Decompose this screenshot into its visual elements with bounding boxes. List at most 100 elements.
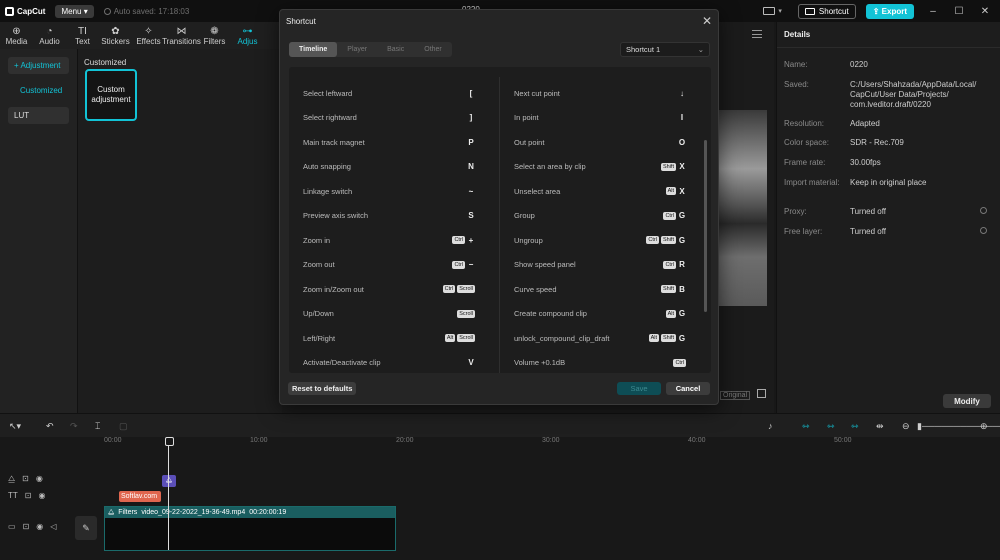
shortcut-keys[interactable]: S [467, 211, 475, 220]
shortcut-keys[interactable]: O [678, 138, 686, 147]
info-icon[interactable] [980, 207, 987, 214]
tab-player[interactable]: Player [337, 42, 377, 57]
linkage-icon[interactable]: ⇿ [851, 421, 859, 432]
export-button[interactable]: ⇪ Export [865, 3, 914, 19]
fullscreen-icon[interactable] [757, 389, 766, 398]
main-track-magnet-icon[interactable]: ⇿ [802, 421, 810, 432]
shortcut-row[interactable]: unlock_compound_clip_draft Alt Shift G [514, 331, 686, 345]
tool-effects[interactable]: ✧ Effects [132, 22, 165, 49]
shortcut-keys[interactable]: ~ [467, 187, 475, 196]
scrollbar[interactable] [704, 140, 707, 312]
player-menu-icon[interactable] [752, 30, 762, 38]
visibility-icon[interactable]: ◉ [36, 474, 43, 484]
tool-transitions[interactable]: ⋈ Transitions [162, 22, 201, 49]
shortcut-row[interactable]: Activate/Deactivate clip V [303, 356, 475, 370]
shortcut-row[interactable]: Out point O [514, 135, 686, 149]
tool-stickers[interactable]: ✿ Stickers [99, 22, 132, 49]
select-tool-icon[interactable]: ↖▾ [9, 421, 21, 432]
shortcut-keys[interactable]: Shift X [660, 162, 686, 171]
save-button[interactable]: Save [617, 382, 661, 395]
delete-icon[interactable]: ▢ [119, 421, 128, 432]
visibility-icon[interactable]: ◉ [36, 522, 43, 531]
shortcut-row[interactable]: Select an area by clip Shift X [514, 160, 686, 174]
original-ratio-button[interactable]: Original [720, 391, 751, 400]
playhead[interactable] [165, 437, 174, 550]
shortcut-row[interactable]: Main track magnet P [303, 135, 475, 149]
sidebar-item-lut[interactable]: LUT [8, 107, 69, 124]
layout-dropdown-icon[interactable]: ▾ [778, 7, 782, 15]
adjustment-clip[interactable]: ⧋ [162, 475, 176, 487]
shortcut-keys[interactable]: Shift B [660, 285, 686, 294]
tab-timeline[interactable]: Timeline [289, 42, 338, 57]
shortcut-keys[interactable]: Ctrl [673, 358, 686, 367]
shortcut-keys[interactable]: Ctrl Scroll [442, 285, 475, 293]
tab-other[interactable]: Other [414, 42, 452, 57]
text-clip[interactable]: Softlav.com [119, 491, 161, 502]
shortcut-keys[interactable]: Ctrl R [663, 260, 686, 269]
info-icon[interactable] [980, 227, 987, 234]
shortcut-row[interactable]: Unselect area Alt X [514, 184, 686, 198]
shortcut-row[interactable]: Left/Right Alt Scroll [303, 331, 475, 345]
shortcut-keys[interactable]: Ctrl − [452, 260, 475, 269]
audio-mute-icon[interactable]: ◁ [50, 522, 56, 531]
cancel-button[interactable]: Cancel [666, 382, 710, 395]
sidebar-item-adjustment[interactable]: + Adjustment [8, 57, 69, 74]
zoom-slider[interactable]: ▮──────────────────── [917, 421, 1000, 432]
zoom-in-icon[interactable]: ⊕ [980, 421, 988, 432]
auto-snapping-icon[interactable]: ⇿ [827, 421, 835, 432]
shortcut-row[interactable]: Zoom in/Zoom out Ctrl Scroll [303, 282, 475, 296]
video-clip[interactable]: ⧋ Filters video_09-22-2022_19-36-49.mp4 … [104, 506, 396, 551]
shortcut-row[interactable]: Linkage switch ~ [303, 184, 475, 198]
shortcut-preset-select[interactable]: Shortcut 1 ⌄ [620, 42, 710, 57]
shortcut-row[interactable]: In point I [514, 111, 686, 125]
shortcut-row[interactable]: Volume +0.1dB Ctrl [514, 356, 686, 370]
reset-defaults-button[interactable]: Reset to defaults [288, 382, 357, 395]
lock-icon[interactable]: ⊡ [22, 474, 29, 484]
shortcut-keys[interactable]: V [467, 358, 475, 367]
tool-filters[interactable]: ❁ Filters [198, 22, 231, 49]
custom-adjustment-card[interactable]: Custom adjustment [85, 69, 137, 121]
zoom-out-icon[interactable]: ⊖ [902, 421, 910, 432]
tool-audio[interactable]: ◔ Audio [33, 22, 66, 49]
tool-text[interactable]: TI Text [66, 22, 99, 49]
redo-icon[interactable]: ↷ [70, 421, 78, 432]
close-window-icon[interactable]: ✕ [978, 6, 992, 17]
sidebar-item-customized[interactable]: Customized [14, 82, 69, 99]
shortcut-row[interactable]: Select leftward [ [303, 86, 475, 100]
shortcut-keys[interactable]: P [467, 138, 475, 147]
shortcut-keys[interactable]: Scroll [457, 309, 475, 318]
preview-axis-icon[interactable]: ⇹ [876, 421, 884, 432]
layout-icon[interactable] [763, 7, 776, 15]
shortcut-keys[interactable]: Alt X [665, 187, 686, 196]
shortcut-row[interactable]: Show speed panel Ctrl R [514, 258, 686, 272]
shortcut-row[interactable]: Up/Down Scroll [303, 307, 475, 321]
shortcut-keys[interactable]: Ctrl + [452, 236, 475, 245]
shortcut-keys[interactable]: ↓ [678, 89, 686, 98]
edit-cover-icon[interactable]: ✎ [75, 516, 97, 540]
shortcut-row[interactable]: Select rightward] [303, 111, 475, 125]
shortcut-keys[interactable]: I [678, 113, 686, 122]
microphone-icon[interactable]: ♪ [768, 421, 773, 431]
shortcut-row[interactable]: Ungroup Ctrl Shift G [514, 233, 686, 247]
shortcut-keys[interactable]: [ [467, 89, 475, 98]
minimize-icon[interactable]: – [926, 6, 940, 17]
shortcut-keys[interactable]: Ctrl G [663, 211, 686, 220]
shortcut-row[interactable]: Group Ctrl G [514, 209, 686, 223]
shortcut-keys[interactable]: Alt Scroll [444, 334, 475, 342]
tool-adjustment[interactable]: ⊶ Adjus [231, 22, 264, 49]
undo-icon[interactable]: ↶ [46, 421, 54, 432]
shortcut-keys[interactable]: N [467, 162, 475, 171]
shortcut-row[interactable]: Create compound clip Alt G [514, 307, 686, 321]
close-icon[interactable]: ✕ [702, 14, 712, 28]
shortcut-button[interactable]: Shortcut [797, 3, 856, 19]
shortcut-row[interactable]: Next cut point ↓ [514, 86, 686, 100]
tool-media[interactable]: ⊕ Media [0, 22, 33, 49]
shortcut-row[interactable]: Zoom in Ctrl + [303, 233, 475, 247]
shortcut-row[interactable]: Auto snapping N [303, 160, 475, 174]
tab-basic[interactable]: Basic [377, 42, 414, 57]
shortcut-keys[interactable]: Alt G [665, 309, 686, 318]
shortcut-keys[interactable]: Alt Shift G [648, 334, 686, 343]
visibility-icon[interactable]: ◉ [38, 491, 45, 500]
split-icon[interactable]: ⌶ [95, 421, 100, 432]
lock-icon[interactable]: ⊡ [23, 522, 30, 531]
